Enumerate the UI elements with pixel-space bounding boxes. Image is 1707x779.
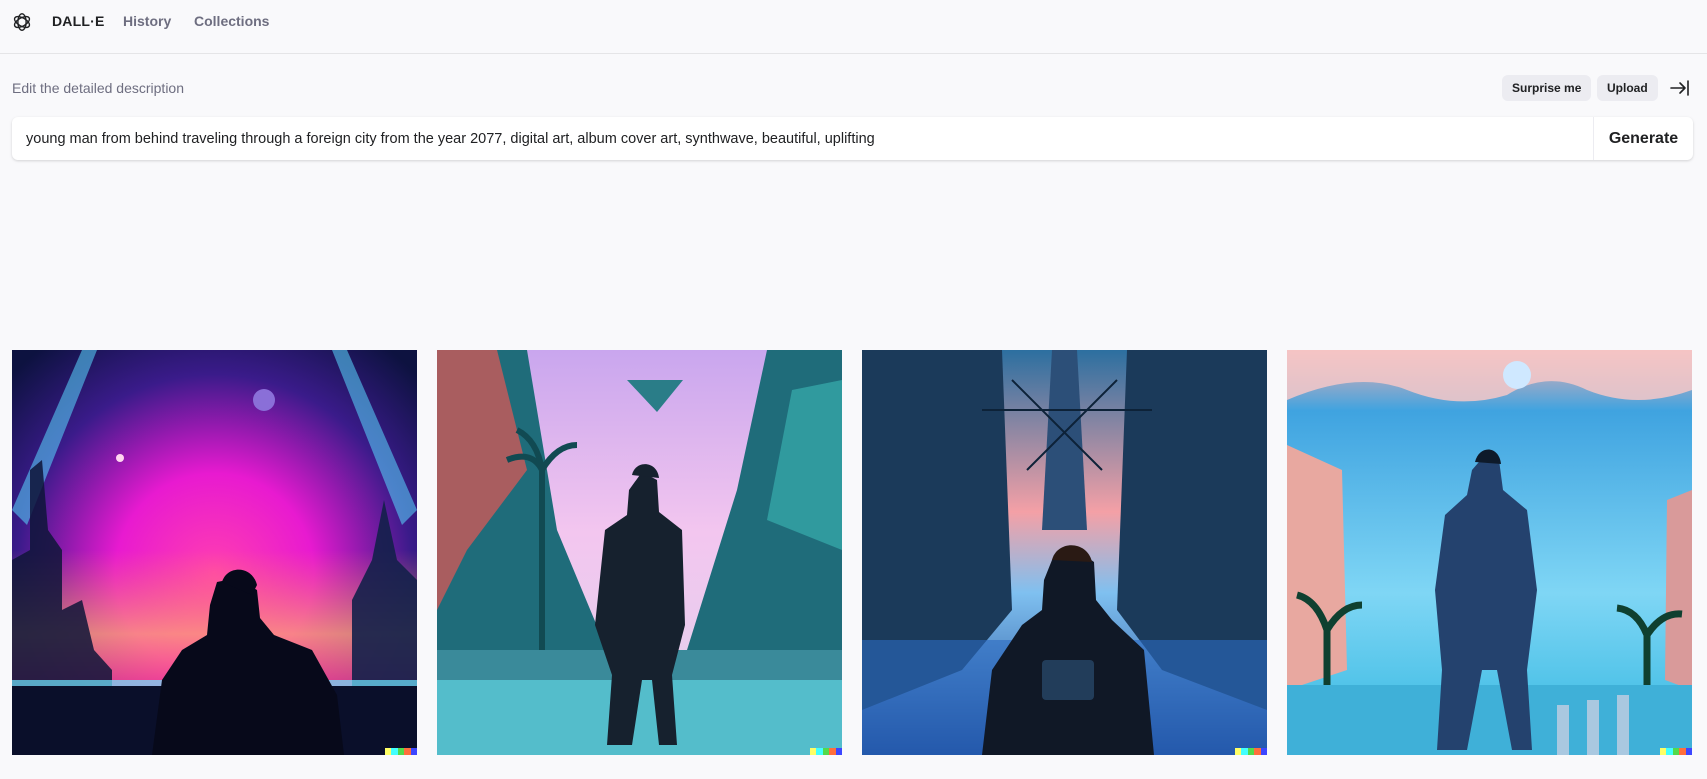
openai-logo-icon[interactable] <box>11 11 33 33</box>
watermark <box>1660 748 1692 755</box>
prompt-label: Edit the detailed description <box>12 80 184 96</box>
watermark-swatch <box>1260 748 1267 755</box>
watermark-swatch <box>1685 748 1692 755</box>
nav-brand[interactable]: DALL·E <box>52 12 105 30</box>
prompt-box: Generate <box>12 117 1693 160</box>
nav-collections[interactable]: Collections <box>194 12 269 30</box>
watermark-swatch <box>410 748 417 755</box>
surprise-me-button[interactable]: Surprise me <box>1502 75 1592 101</box>
image-palm-street-walker <box>437 350 842 755</box>
watermark <box>810 748 842 755</box>
upload-button[interactable]: Upload <box>1597 75 1658 101</box>
image-synthwave-silhouette <box>12 350 417 755</box>
generated-image-4[interactable] <box>1287 350 1692 755</box>
image-tower-street-figure <box>862 350 1267 755</box>
watermark <box>385 748 417 755</box>
watermark-swatch <box>835 748 842 755</box>
generated-image-1[interactable] <box>12 350 417 755</box>
watermark <box>1235 748 1267 755</box>
collapse-panel-icon[interactable] <box>1670 79 1690 97</box>
generate-button[interactable]: Generate <box>1593 117 1693 160</box>
prompt-input[interactable] <box>12 117 1593 160</box>
nav-history[interactable]: History <box>123 12 171 30</box>
generated-image-3[interactable] <box>862 350 1267 755</box>
image-blue-sky-hoodie <box>1287 350 1692 755</box>
top-nav: DALL·E History Collections <box>0 0 1707 54</box>
generated-image-2[interactable] <box>437 350 842 755</box>
